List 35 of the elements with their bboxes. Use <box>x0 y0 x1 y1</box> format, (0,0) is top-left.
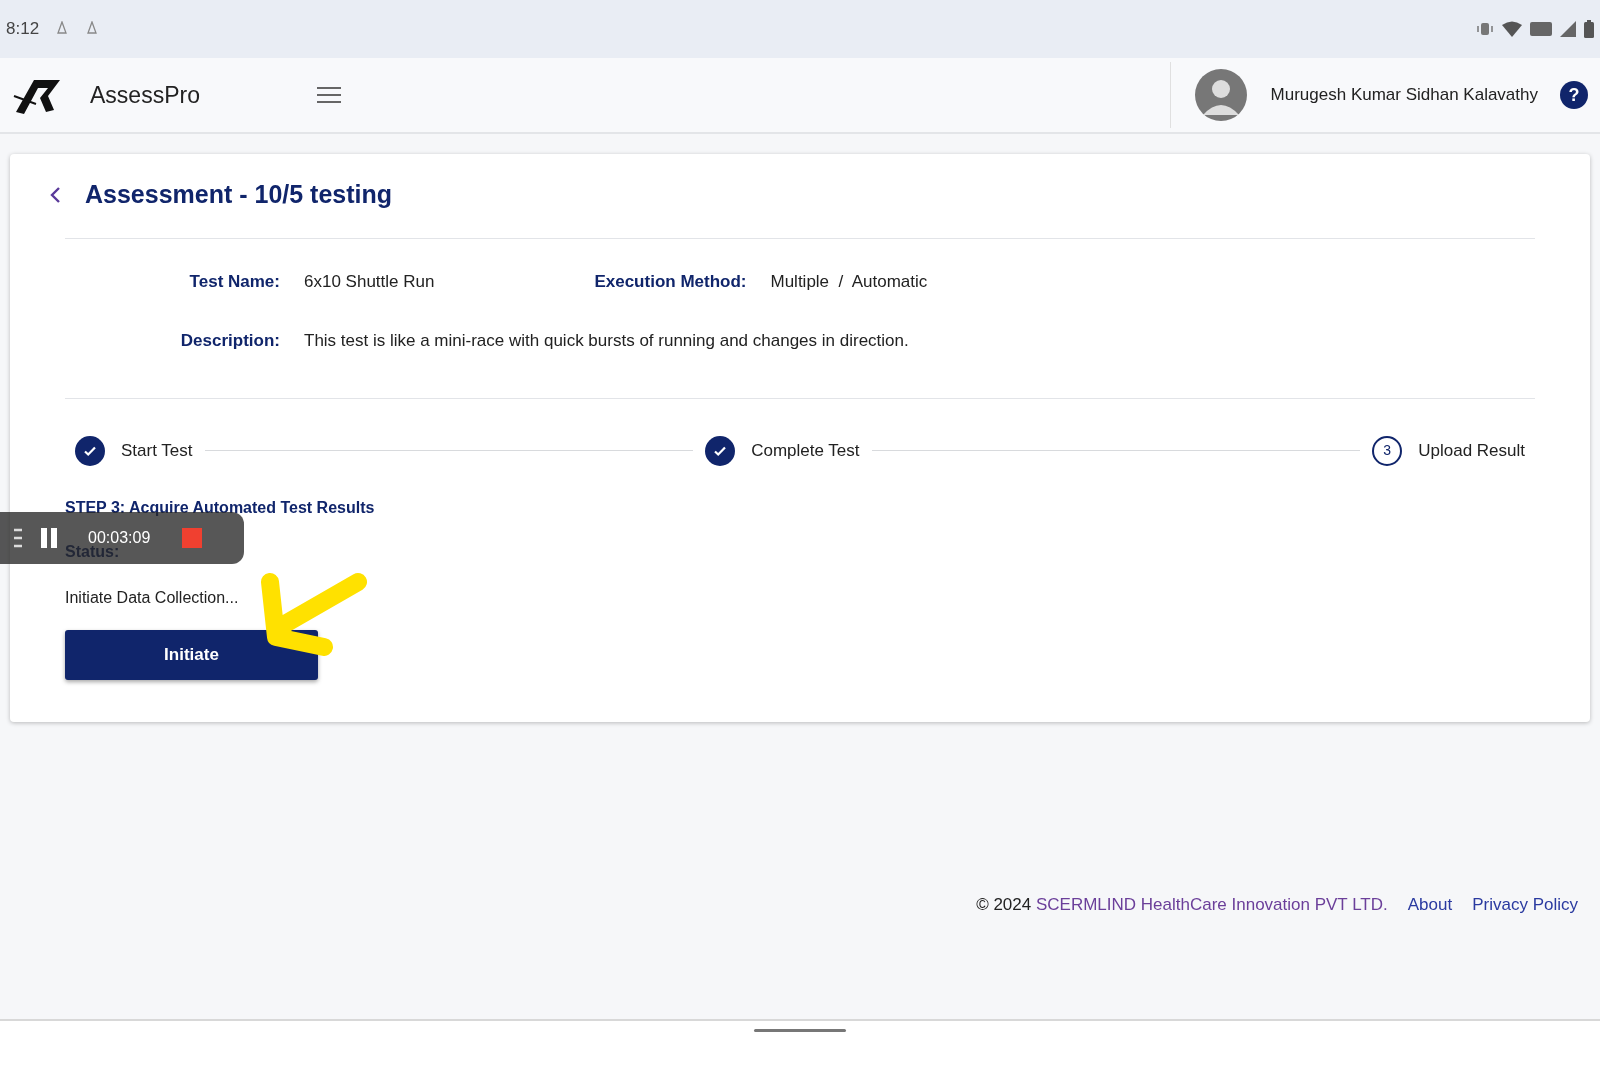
recording-timer: 00:03:09 <box>88 528 151 546</box>
step-label: Upload Result <box>1418 439 1525 462</box>
status-time: 8:12 <box>6 18 40 41</box>
volte-icon <box>1530 22 1552 36</box>
notification-icon <box>85 21 100 37</box>
signal-icon <box>1560 21 1576 37</box>
app-name: AssessPro <box>90 80 200 110</box>
vibrate-icon <box>1476 22 1494 36</box>
description-text: This test is like a mini-race with quick bursts of running and changes in direction. <box>304 330 909 352</box>
pause-icon[interactable] <box>40 528 58 548</box>
status-text: Initiate Data Collection... <box>65 587 240 608</box>
company-name: SCERMLIND HealthCare Innovation PVT LTD. <box>1035 895 1388 914</box>
initiate-button[interactable]: Initiate <box>65 629 318 680</box>
battery-icon <box>1584 20 1594 38</box>
field-label: Description: <box>179 330 280 352</box>
step-label: Start Test <box>121 439 193 462</box>
wifi-icon <box>1502 21 1522 37</box>
field-value: Multiple / Automatic <box>770 270 928 293</box>
menu-icon[interactable] <box>315 85 342 105</box>
page-title: Assessment - 10/5 testing <box>85 179 393 210</box>
avatar-icon[interactable] <box>1194 69 1247 121</box>
field-label: Execution Method: <box>594 270 747 293</box>
help-button[interactable]: ? <box>1560 81 1588 109</box>
field-value: 6x10 Shuttle Run <box>304 270 435 293</box>
drag-handle-icon[interactable] <box>14 527 22 549</box>
step-number: 3 <box>1372 435 1403 466</box>
copyright-text: © 2024 <box>976 895 1032 914</box>
notification-icon <box>55 21 70 37</box>
footer-link[interactable]: Privacy Policy <box>1472 892 1578 918</box>
footer-link[interactable]: About <box>1407 892 1453 918</box>
step-label: Complete Test <box>751 439 860 462</box>
user-name: Murugesh Kumar Sidhan Kalavathy <box>1270 84 1538 107</box>
step-heading: STEP 3: Acquire Automated Test Results <box>65 497 376 518</box>
field-label: Test Name: <box>188 270 280 293</box>
back-icon[interactable] <box>49 185 61 204</box>
